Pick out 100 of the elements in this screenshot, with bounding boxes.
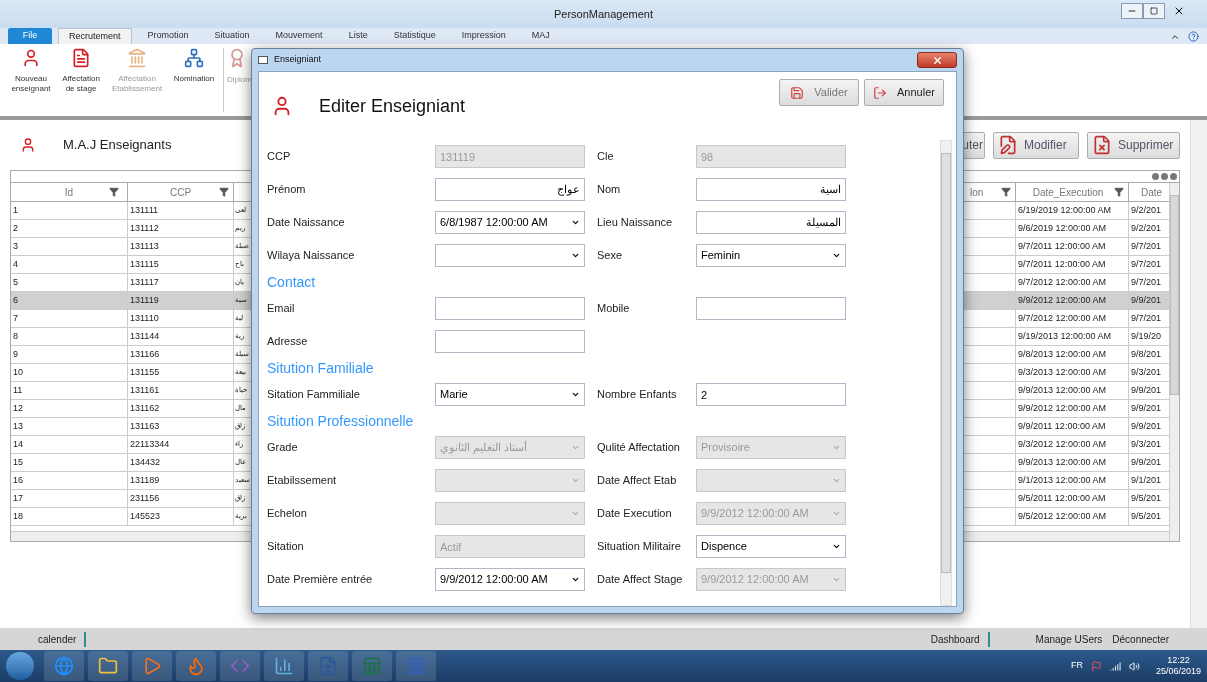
taskbar-button[interactable]	[44, 651, 84, 681]
toolbar-button[interactable]: Supprimer	[1087, 131, 1180, 159]
section-title: Sitution Familiale	[267, 359, 375, 378]
ribbon-button[interactable]: Affectation de stage	[57, 48, 105, 94]
ribbon-tab[interactable]: Promotion	[137, 28, 199, 44]
table-cell: 231156	[128, 490, 234, 507]
ribbon-button[interactable]: Nouveau enseignant	[6, 48, 56, 94]
table-cell-text: 9/9/201	[1130, 383, 1163, 397]
person-icon	[20, 137, 36, 153]
table-cell: 131110	[128, 310, 234, 327]
field-label: Sexe	[597, 248, 624, 264]
table-cell: 11	[11, 382, 128, 399]
start-button[interactable]	[6, 652, 34, 680]
table-cell: 9/9/2013 12:00:00 AM	[1016, 454, 1129, 471]
language-indicator[interactable]: FR	[1070, 659, 1083, 673]
flag-icon[interactable]	[1090, 660, 1102, 672]
dialog-title: Enseigniant	[274, 53, 322, 67]
ribbon-button[interactable]: Nomination	[169, 48, 219, 84]
minimize-button[interactable]	[1121, 3, 1143, 19]
text-field[interactable]	[435, 330, 585, 353]
toolbar-button[interactable]: Modifier	[993, 131, 1079, 159]
field-value: أستاذ التعليم الثانوي	[439, 439, 529, 456]
ribbon-tab[interactable]: Impression	[451, 28, 516, 44]
close-button[interactable]	[917, 52, 957, 68]
status-button[interactable]: Dashboard	[928, 631, 990, 647]
help-icon[interactable]	[1188, 31, 1199, 42]
more-icon[interactable]	[1152, 173, 1177, 180]
date-picker[interactable]: 9/9/2012 12:00:00 AM	[435, 568, 585, 591]
clock-date[interactable]: 25/06/2019	[1155, 666, 1201, 677]
table-cell-text: 9/7/201	[1130, 239, 1163, 253]
dropdown[interactable]: Marie	[435, 383, 585, 406]
ribbon-tab[interactable]: Situation	[204, 28, 260, 44]
table-cell: 8	[11, 328, 128, 345]
field-value: Feminin	[700, 248, 742, 264]
table-cell: 9/7/2011 12:00:00 AM	[1016, 238, 1129, 255]
section-title: Contact	[267, 273, 317, 292]
text-field[interactable]	[435, 297, 585, 320]
vertical-scrollbar[interactable]	[940, 140, 952, 606]
document-icon	[318, 656, 338, 676]
cancel-button[interactable]: Annuler	[864, 79, 944, 106]
table-cell: 3	[11, 238, 128, 255]
ribbon-tab[interactable]: Statistique	[383, 28, 446, 44]
field-label: Grade	[267, 440, 299, 456]
window-title: PersonManagement	[553, 6, 654, 22]
text-field[interactable]: اسية	[696, 178, 846, 201]
filter-icon[interactable]	[1114, 187, 1124, 197]
text-field[interactable]	[696, 297, 846, 320]
ribbon-tab[interactable]: File	[8, 28, 52, 44]
table-cell-text: 9/9/201	[1130, 401, 1163, 415]
taskbar-button[interactable]	[176, 651, 216, 681]
filter-icon[interactable]	[109, 187, 119, 197]
field-label: Situation Militaire	[597, 539, 682, 555]
filter-icon[interactable]	[219, 187, 229, 197]
dropdown[interactable]: Dispence	[696, 535, 846, 558]
ribbon-tab[interactable]: Mouvement	[265, 28, 333, 44]
clock-time[interactable]: 12:22	[1167, 655, 1190, 666]
field-label: Sitation Fammiliale	[267, 387, 361, 403]
field-value: 9/9/2012 12:00:00 AM	[439, 572, 549, 588]
table-cell: 13	[11, 418, 128, 435]
table-cell: 9/9/2013 12:00:00 AM	[1016, 382, 1129, 399]
close-icon	[931, 54, 943, 66]
table-cell-text: 9/19/20	[1130, 329, 1163, 343]
text-field[interactable]: المسيلة	[696, 211, 846, 234]
table-cell: 9	[11, 346, 128, 363]
column-header[interactable]: CCP	[128, 183, 234, 201]
table-cell: 6/19/2019 12:00:00 AM	[1016, 202, 1129, 219]
hierarchy-icon	[184, 48, 204, 68]
status-button[interactable]: Déconnecter	[1110, 631, 1171, 647]
dropdown[interactable]: Feminin	[696, 244, 846, 267]
date-picker[interactable]: 6/8/1987 12:00:00 AM	[435, 211, 585, 234]
collapse-ribbon-icon[interactable]	[1170, 32, 1180, 42]
dropdown[interactable]	[435, 244, 585, 267]
vertical-scrollbar[interactable]	[1169, 183, 1179, 541]
table-cell: 9/1/2013 12:00:00 AM	[1016, 472, 1129, 489]
ribbon-tab[interactable]: Recrutement	[58, 28, 132, 44]
ribbon-tab[interactable]: Liste	[338, 28, 378, 44]
filter-icon[interactable]	[1001, 187, 1011, 197]
table-cell: 131161	[128, 382, 234, 399]
table-cell: 131117	[128, 274, 234, 291]
column-header[interactable]: Date	[1129, 183, 1169, 201]
status-button[interactable]: Manage USers	[1033, 631, 1105, 647]
table-cell: 131115	[128, 256, 234, 273]
signal-icon[interactable]	[1109, 660, 1121, 672]
column-header[interactable]: Date_Execution	[1016, 183, 1129, 201]
text-field[interactable]: 2	[696, 383, 846, 406]
text-field[interactable]: عواج	[435, 178, 585, 201]
person-icon	[21, 48, 41, 68]
section-title: Sitution Professionnelle	[267, 412, 415, 431]
play-icon	[142, 656, 162, 676]
page-scrollbar[interactable]	[1190, 120, 1207, 628]
taskbar-button[interactable]	[88, 651, 128, 681]
field-label: Cle	[597, 149, 615, 165]
volume-icon[interactable]	[1128, 660, 1140, 672]
page-title: M.A.J Enseignants	[63, 136, 172, 155]
status-button[interactable]: calender	[36, 631, 87, 647]
ribbon-tab[interactable]: MAJ	[521, 28, 560, 44]
taskbar-button[interactable]	[132, 651, 172, 681]
column-header[interactable]: Id	[11, 183, 128, 201]
taskbar-button[interactable]	[264, 651, 304, 681]
field-label: Lieu Naissance	[597, 215, 674, 231]
